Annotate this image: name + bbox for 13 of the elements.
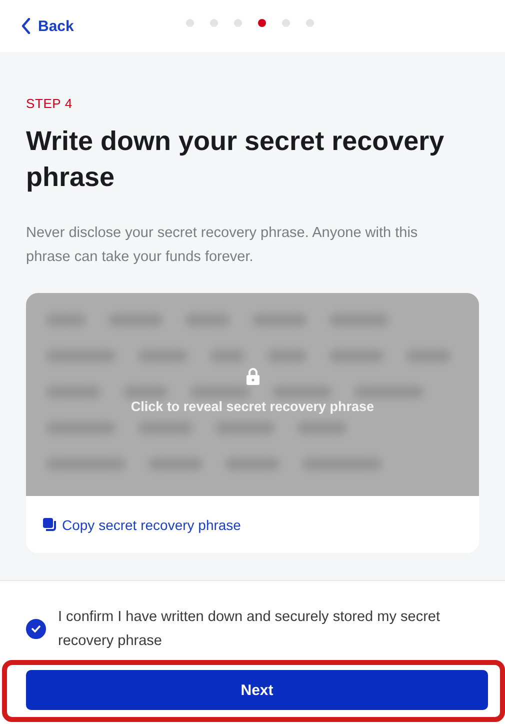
checkmark-icon xyxy=(31,625,41,633)
confirm-label: I confirm I have written down and securely stored my secret recovery phrase xyxy=(58,608,441,651)
back-link[interactable]: Back xyxy=(21,18,74,34)
copy-link[interactable]: Copy secret recovery phrase xyxy=(43,516,241,532)
next-button[interactable]: Next xyxy=(26,670,488,710)
lock-icon xyxy=(246,368,260,385)
step-label: STEP 4 xyxy=(26,96,74,111)
checkbox[interactable] xyxy=(26,619,46,639)
copy-icon xyxy=(43,518,56,531)
description: Never disclose your secret recovery phrase. Anyone with this phrase can take your funds forever. xyxy=(26,224,419,267)
chevron-left-icon xyxy=(21,18,31,34)
reveal-label: Click to reveal secret recovery phrase xyxy=(130,399,374,414)
page-title: Write down your secret recovery phrase xyxy=(26,125,446,194)
